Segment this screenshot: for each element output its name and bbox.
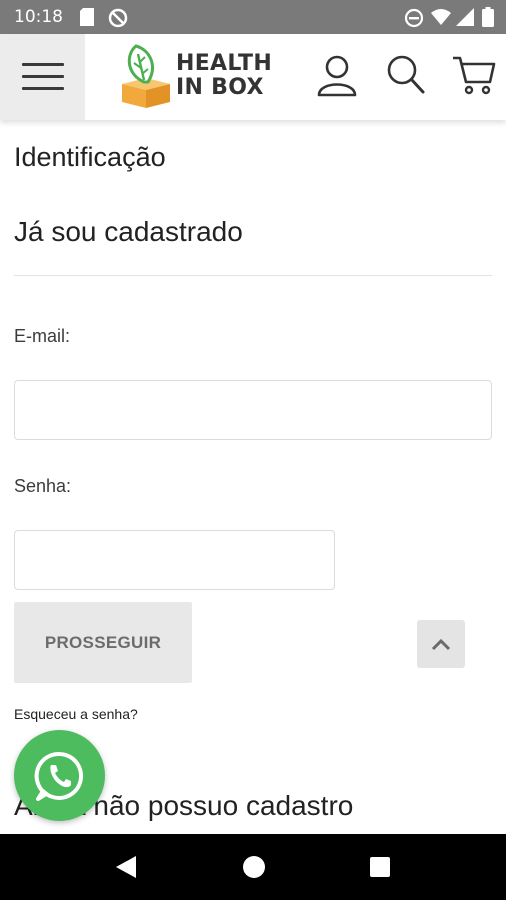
status-time: 10:18 <box>14 7 63 27</box>
site-header: HEALTH IN BOX <box>0 34 506 120</box>
whatsapp-icon <box>34 751 83 801</box>
status-bar: 10:18 <box>0 0 506 34</box>
brand-line-1: HEALTH <box>176 51 273 76</box>
email-input[interactable] <box>14 380 492 440</box>
wifi-icon <box>431 9 451 25</box>
user-icon[interactable] <box>316 54 358 98</box>
brand-name: HEALTH IN BOX <box>176 52 272 100</box>
menu-icon-line <box>22 75 64 78</box>
battery-icon <box>482 7 494 27</box>
recents-icon[interactable] <box>370 857 390 877</box>
system-nav-bar <box>0 834 506 900</box>
password-label: Senha: <box>14 476 72 496</box>
chevron-up-icon <box>431 638 451 651</box>
brand-line-2: IN BOX <box>176 75 264 100</box>
password-input[interactable] <box>14 530 335 590</box>
do-not-disturb-icon <box>404 8 424 28</box>
menu-icon-line <box>22 63 64 66</box>
submit-button[interactable]: PROSSEGUIR <box>14 602 192 683</box>
back-to-top-button[interactable] <box>417 620 465 668</box>
brand-logo[interactable]: HEALTH IN BOX <box>120 44 272 110</box>
email-label: E-mail: <box>14 326 71 346</box>
login-section-title: Já sou cadastrado <box>14 216 243 247</box>
sd-card-icon <box>80 8 94 26</box>
no-disturb-icon <box>108 8 128 28</box>
signal-icon <box>456 8 474 26</box>
whatsapp-button[interactable] <box>14 730 105 821</box>
page-title: Identificação <box>14 142 166 172</box>
search-icon[interactable] <box>386 54 426 96</box>
main-content: Identificação Já sou cadastrado E-mail: … <box>0 120 506 834</box>
section-divider <box>14 275 492 276</box>
menu-icon-line <box>22 87 64 90</box>
back-icon[interactable] <box>116 856 136 878</box>
menu-button[interactable] <box>0 34 85 120</box>
home-icon[interactable] <box>243 856 265 878</box>
logo-box-leaf-icon <box>122 44 170 108</box>
forgot-password-link[interactable]: Esqueceu a senha? <box>14 706 138 722</box>
cart-icon[interactable] <box>452 54 496 96</box>
